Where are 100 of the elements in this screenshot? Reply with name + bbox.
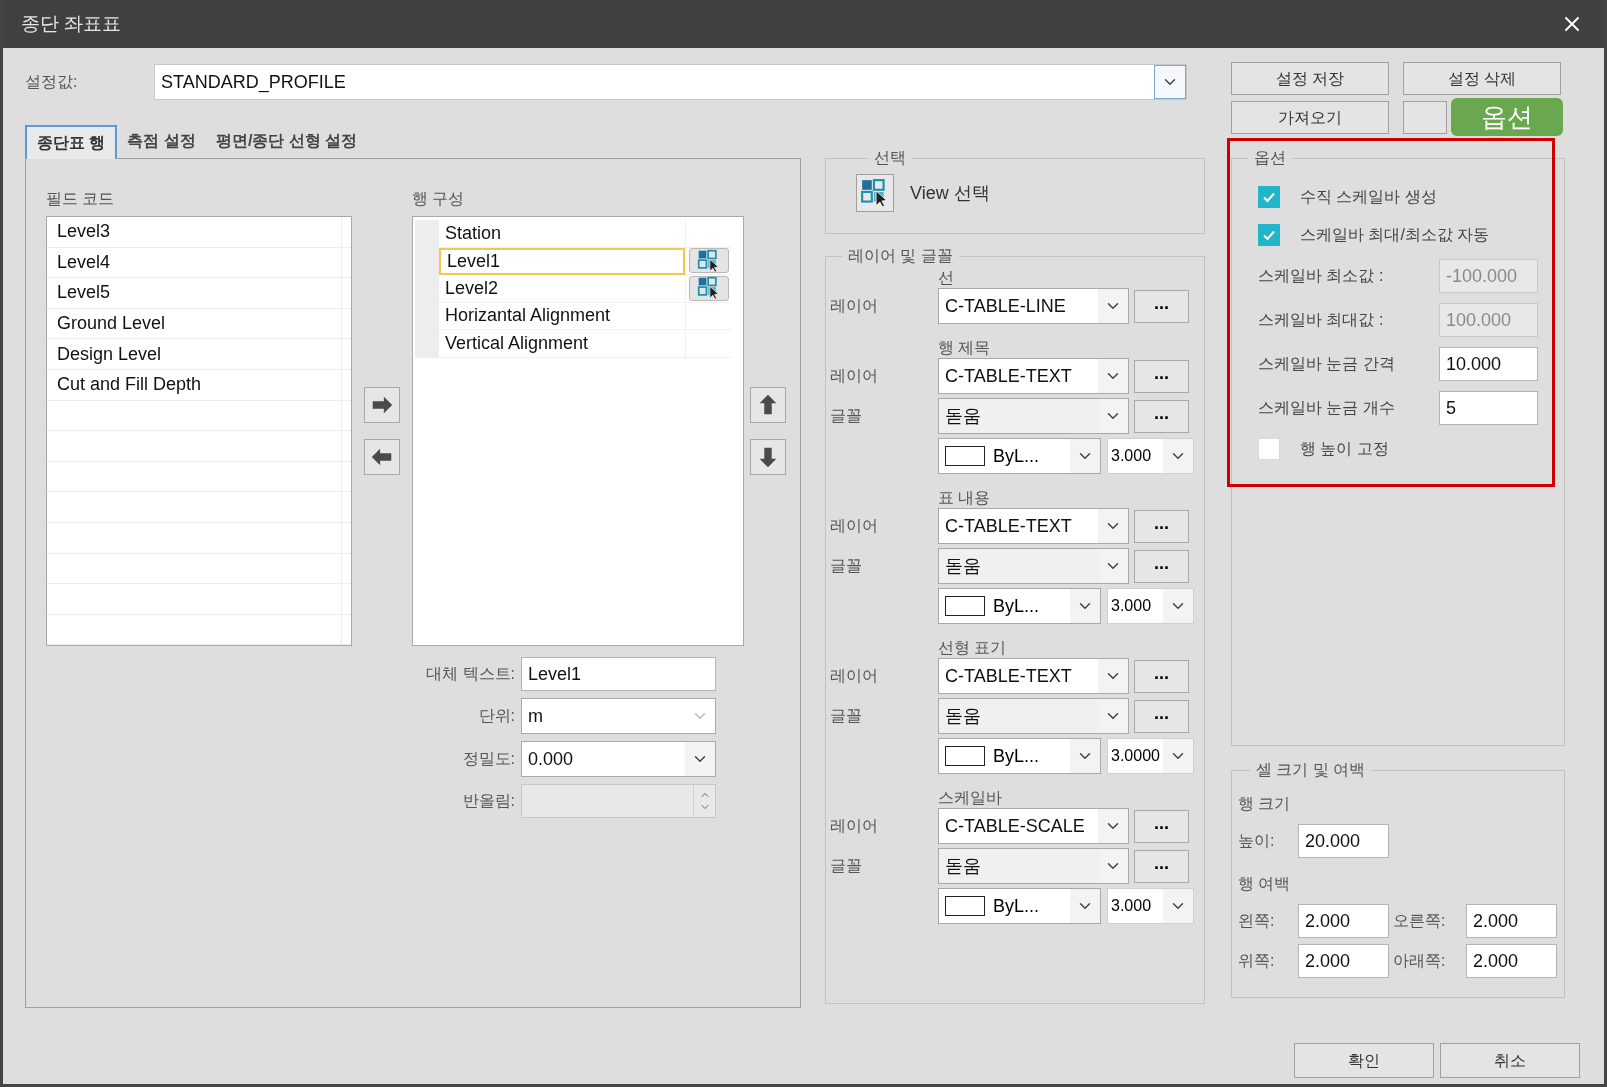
color-dropdown[interactable]: ByL... [938, 738, 1101, 774]
group-title: 셀 크기 및 여백 [1255, 760, 1367, 780]
browse-button[interactable]: ... [1134, 549, 1189, 583]
add-button[interactable] [364, 387, 400, 423]
font-dropdown[interactable]: 돋움 [938, 848, 1129, 884]
swatch-icon [945, 446, 985, 466]
input-field[interactable]: Level1 [521, 657, 716, 691]
size-dropdown[interactable]: 3.0000 [1107, 738, 1194, 774]
list-item[interactable]: Ground Level [47, 308, 341, 339]
layer-dropdown[interactable]: C-TABLE-LINE [938, 288, 1129, 324]
tab[interactable]: 측점 설정 [117, 124, 206, 158]
browse-button[interactable]: ... [1134, 399, 1189, 433]
list-item[interactable]: Level5 [47, 278, 341, 308]
browse-button[interactable]: ... [1134, 509, 1189, 543]
list-item[interactable]: Level3 [47, 217, 341, 247]
field-label: 반올림: [461, 791, 516, 811]
browse-button[interactable]: ... [1134, 359, 1189, 393]
input-field[interactable]: 2.000 [1298, 944, 1389, 978]
size-dropdown[interactable]: 3.000 [1107, 588, 1194, 624]
window-title: 종단 좌표표 [21, 11, 122, 36]
dropdown[interactable]: 0.000 [521, 741, 716, 777]
tab[interactable]: 평면/종단 선형 설정 [205, 124, 368, 158]
preset-button[interactable]: 가져오기 [1231, 101, 1389, 134]
grid-cursor-icon [860, 178, 890, 208]
list-title: 행 구성 [412, 189, 466, 209]
browse-button[interactable]: ... [1134, 289, 1189, 323]
field-label: 스케일바 최소값 : [1258, 266, 1385, 286]
list-item[interactable]: Horizantal Alignment [439, 302, 685, 330]
field-label: 아래쪽: [1392, 951, 1447, 971]
group-title: 선택 [873, 148, 907, 168]
section-title: 스케일바 [937, 788, 1003, 808]
checkbox-label: 스케일바 최대/최소값 자동 [1300, 225, 1490, 245]
layer-dropdown[interactable]: C-TABLE-TEXT [938, 358, 1129, 394]
input-field[interactable]: 2.000 [1298, 904, 1389, 938]
browse-button[interactable]: ... [1134, 809, 1189, 843]
swatch-icon [945, 746, 985, 766]
preset-dropdown[interactable]: STANDARD_PROFILE [154, 64, 1187, 100]
input-field[interactable]: 2.000 [1466, 944, 1557, 978]
input-field[interactable]: 2.000 [1466, 904, 1557, 938]
section-title: 행 크기 [1238, 794, 1292, 814]
row-label: 글꼴 [830, 406, 863, 426]
size-dropdown[interactable]: 3.000 [1107, 438, 1194, 474]
browse-button[interactable]: ... [1134, 699, 1189, 733]
callout-badge: 옵션 [1451, 98, 1563, 136]
list-item[interactable]: Vertical Alignment [439, 330, 685, 358]
remove-button[interactable] [364, 439, 400, 475]
move-up-button[interactable] [750, 387, 786, 423]
font-dropdown[interactable]: 돋움 [938, 548, 1129, 584]
list-item[interactable]: Level1 [439, 247, 685, 275]
section-title: 행 제목 [937, 338, 992, 358]
preset-button[interactable]: 설정 삭제 [1403, 62, 1561, 95]
footer-button[interactable]: 취소 [1440, 1043, 1580, 1078]
row-label: 레이어 [830, 666, 879, 686]
swatch-icon [945, 596, 985, 616]
row-header [415, 220, 439, 248]
checkbox[interactable] [1258, 438, 1280, 460]
move-down-button[interactable] [750, 439, 786, 475]
field-label: 스케일바 눈금 개수 [1258, 398, 1396, 418]
tab[interactable]: 종단표 행 [25, 125, 118, 159]
field-label: 위쪽: [1238, 951, 1276, 971]
section-title: 행 여백 [1238, 874, 1292, 894]
layer-dropdown[interactable]: C-TABLE-TEXT [938, 508, 1129, 544]
row-label: 레이어 [830, 816, 879, 836]
group-title: 레이어 및 글꼴 [847, 246, 954, 266]
preset-button[interactable]: 설정 저장 [1231, 62, 1389, 95]
footer-button[interactable]: 확인 [1294, 1043, 1434, 1078]
list-title: 필드 코드 [46, 189, 116, 209]
view-select-button[interactable]: View 선택 [856, 174, 990, 212]
input-field[interactable]: 10.000 [1439, 347, 1538, 381]
checkbox[interactable] [1258, 224, 1280, 246]
list-item[interactable]: Level4 [47, 247, 341, 278]
browse-button[interactable]: ... [1134, 849, 1189, 883]
field-label: 단위: [477, 706, 516, 726]
field-label: 왼쪽: [1238, 911, 1276, 931]
field-label: 스케일바 눈금 간격 [1258, 354, 1396, 374]
browse-button[interactable]: ... [1134, 659, 1189, 693]
field-label: 정밀도: [461, 749, 516, 769]
list-item[interactable]: Cut and Fill Depth [47, 369, 341, 400]
color-dropdown[interactable]: ByL... [938, 888, 1101, 924]
checkbox-label: 수직 스케일바 생성 [1300, 187, 1437, 207]
input-field[interactable]: 20.000 [1298, 824, 1389, 858]
font-dropdown[interactable]: 돋움 [938, 398, 1129, 434]
list-item[interactable]: Station [439, 220, 685, 248]
list-item[interactable]: Design Level [47, 339, 341, 369]
row-label: 레이어 [830, 296, 879, 316]
layer-dropdown[interactable]: C-TABLE-SCALE [938, 808, 1129, 844]
font-dropdown[interactable]: 돋움 [938, 698, 1129, 734]
section-title: 선 [937, 268, 955, 288]
layer-dropdown[interactable]: C-TABLE-TEXT [938, 658, 1129, 694]
list-item[interactable]: Level2 [439, 275, 685, 303]
row-label: 레이어 [830, 516, 879, 536]
checkbox[interactable] [1258, 186, 1280, 208]
row-label: 글꼴 [830, 856, 863, 876]
group-title: 옵션 [1253, 148, 1287, 168]
color-dropdown[interactable]: ByL... [938, 588, 1101, 624]
field-label: 높이: [1238, 831, 1276, 851]
section-title: 선형 표기 [937, 638, 1008, 658]
size-dropdown[interactable]: 3.000 [1107, 888, 1194, 924]
color-dropdown[interactable]: ByL... [938, 438, 1101, 474]
input-field[interactable]: 5 [1439, 391, 1538, 425]
